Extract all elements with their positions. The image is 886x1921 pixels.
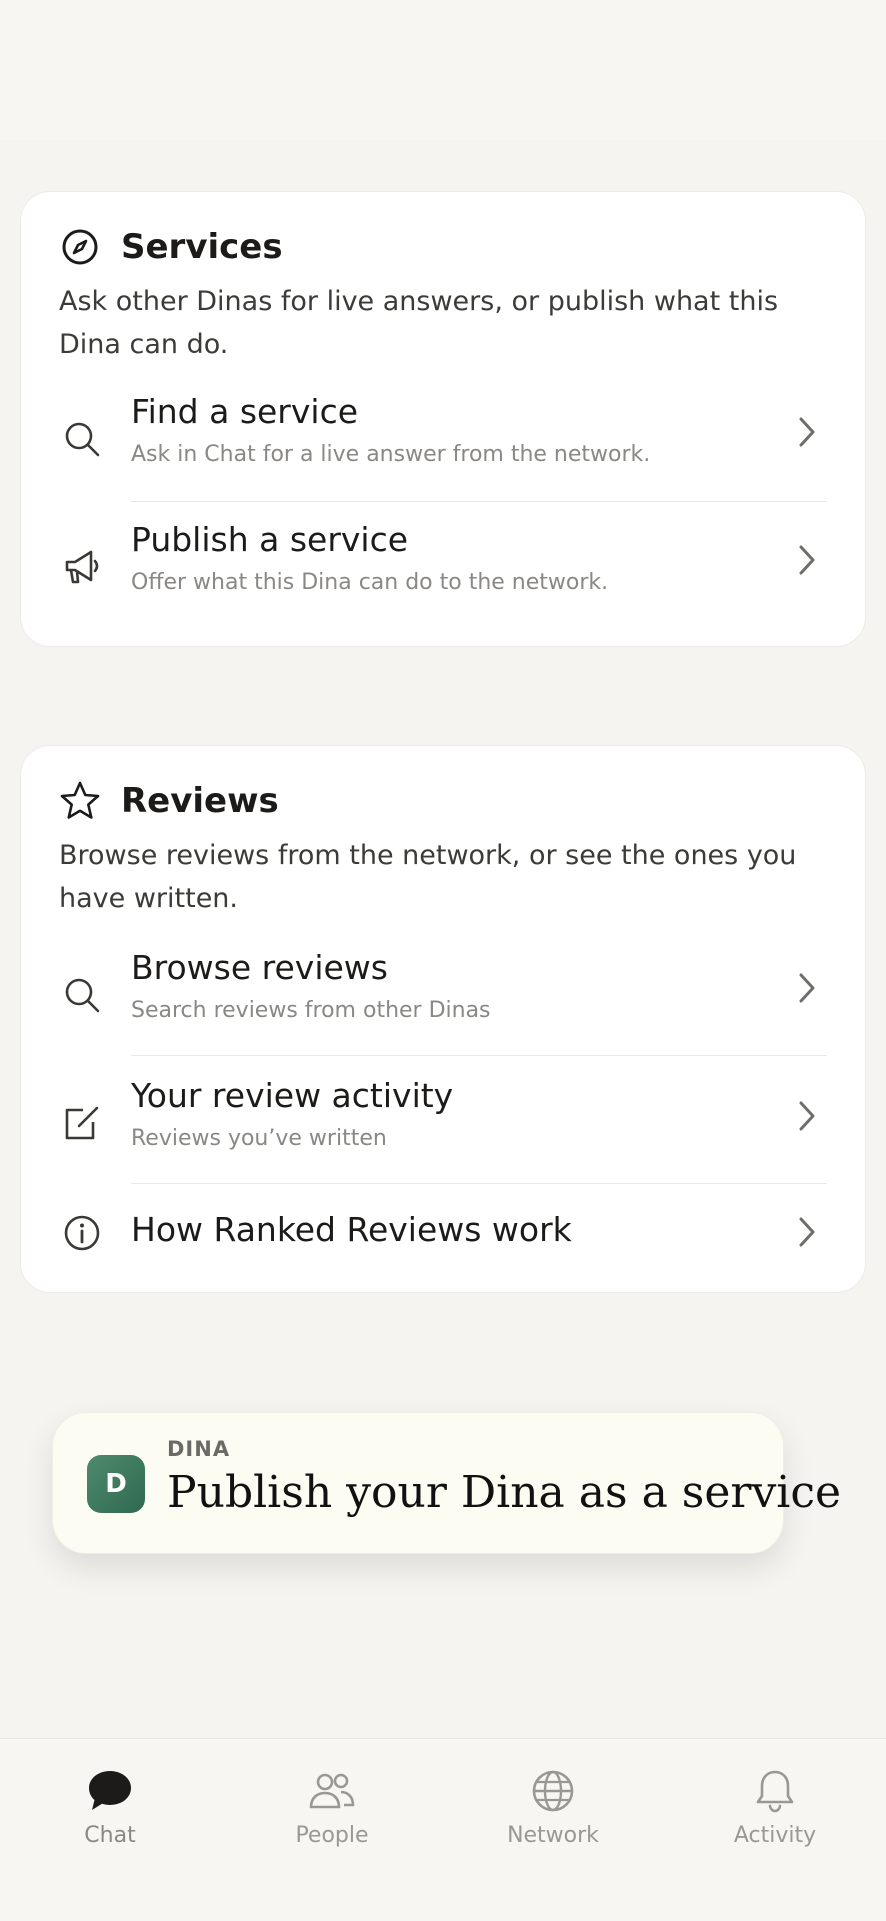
search-icon — [59, 416, 105, 462]
chevron-right-icon — [793, 414, 821, 450]
megaphone-icon — [59, 544, 105, 590]
review-activity-title: Your review activity — [131, 1076, 454, 1115]
chat-bubble-icon — [10, 1765, 210, 1817]
divider — [131, 1055, 827, 1056]
services-title: Services — [121, 227, 283, 267]
tab-activity-label: Activity — [733, 1823, 817, 1848]
reviews-card: Reviews Browse reviews from the network,… — [20, 745, 866, 1293]
tab-chat[interactable]: Chat — [10, 1765, 210, 1875]
divider — [131, 501, 827, 502]
banner-title: Publish your Dina as a service — [167, 1467, 842, 1518]
banner-eyebrow: DINA — [167, 1437, 231, 1461]
info-icon — [59, 1210, 105, 1256]
publish-service-subtitle: Offer what this Dina can do to the netwo… — [131, 570, 609, 595]
tab-network-label: Network — [507, 1823, 599, 1848]
browse-reviews-title: Browse reviews — [131, 948, 388, 987]
tab-activity[interactable]: Activity — [675, 1765, 875, 1875]
dina-avatar: D — [87, 1455, 145, 1513]
chevron-right-icon — [793, 542, 821, 578]
reviews-description: Browse reviews from the network, or see … — [59, 840, 797, 914]
bell-icon — [675, 1765, 875, 1817]
tab-people-label: People — [295, 1823, 369, 1848]
publish-dina-banner[interactable]: D DINA Publish your Dina as a service — [52, 1412, 841, 1554]
services-header: Services — [59, 226, 283, 268]
edit-icon — [59, 1100, 105, 1146]
globe-icon — [453, 1765, 653, 1817]
star-icon — [59, 780, 101, 822]
people-icon — [232, 1765, 432, 1817]
services-card: Services Ask other Dinas for live answer… — [20, 191, 866, 647]
review-activity-subtitle: Reviews you’ve written — [131, 1126, 387, 1151]
tab-people[interactable]: People — [232, 1765, 432, 1875]
reviews-header: Reviews — [59, 780, 279, 822]
bottom-tab-bar: Chat People Network Activity — [0, 1738, 886, 1921]
search-icon — [59, 972, 105, 1018]
chevron-right-icon — [793, 1214, 821, 1250]
tab-network[interactable]: Network — [453, 1765, 653, 1875]
ranked-reviews-title: How Ranked Reviews work — [131, 1210, 572, 1249]
chevron-right-icon — [793, 1098, 821, 1134]
compass-icon — [59, 226, 101, 268]
tab-chat-label: Chat — [84, 1823, 136, 1848]
services-description: Ask other Dinas for live answers, or pub… — [59, 286, 779, 360]
browse-reviews-subtitle: Search reviews from other Dinas — [131, 998, 491, 1023]
publish-service-row[interactable]: Publish a service Offer what this Dina c… — [21, 520, 867, 614]
ranked-reviews-info-row[interactable]: How Ranked Reviews work — [21, 1206, 867, 1276]
find-service-subtitle: Ask in Chat for a live answer from the n… — [131, 442, 651, 467]
reviews-title: Reviews — [121, 781, 279, 821]
find-service-title: Find a service — [131, 392, 359, 431]
find-service-row[interactable]: Find a service Ask in Chat for a live an… — [21, 392, 867, 486]
browse-reviews-row[interactable]: Browse reviews Search reviews from other… — [21, 948, 867, 1042]
chevron-right-icon — [793, 970, 821, 1006]
publish-service-title: Publish a service — [131, 520, 409, 559]
top-bar — [0, 0, 886, 140]
review-activity-row[interactable]: Your review activity Reviews you’ve writ… — [21, 1076, 867, 1170]
divider — [131, 1183, 827, 1184]
